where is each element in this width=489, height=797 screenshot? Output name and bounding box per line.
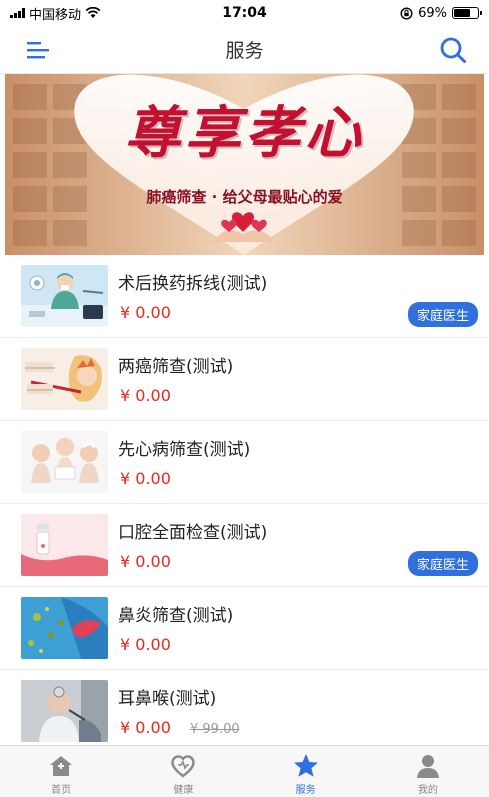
breast-cervical-screening-thumbnail xyxy=(21,348,108,410)
banner-subtitle: 肺癌筛查 · 给父母最贴心的爱 xyxy=(146,188,343,206)
status-bar-left: 中国移动 xyxy=(10,4,101,23)
promo-banner[interactable]: 尊享孝心 肺癌筛查 · 给父母最贴心的爱 xyxy=(5,74,484,255)
service-name: 鼻炎筛查(测试) xyxy=(118,606,234,626)
list-item[interactable]: 术后换药拆线(测试) ¥ 0.00 家庭医生 xyxy=(0,255,489,338)
tab-label: 首页 xyxy=(51,785,72,796)
ent-doctor-thumbnail xyxy=(21,680,108,742)
babies-thumbnail xyxy=(21,431,108,493)
service-price: ¥ 0.00 xyxy=(120,303,171,322)
service-price: ¥ 0.00 xyxy=(120,552,171,571)
tooth-thumbnail xyxy=(21,514,108,576)
list-item[interactable]: 口腔全面检查(测试) ¥ 0.00 家庭医生 xyxy=(0,504,489,587)
service-price: ¥ 0.00 xyxy=(120,469,171,488)
menu-icon[interactable] xyxy=(26,40,50,60)
list-item[interactable]: 先心病筛查(测试) ¥ 0.00 xyxy=(0,421,489,504)
service-price: ¥ 0.00 xyxy=(120,718,171,737)
tab-label: 我的 xyxy=(417,785,438,796)
status-bar-right: 69% xyxy=(400,5,482,21)
service-name: 两癌筛查(测试) xyxy=(118,357,234,377)
list-item[interactable]: 耳鼻喉(测试) ¥ 0.00 ¥ 99.00 xyxy=(0,670,489,753)
family-doctor-badge[interactable]: 家庭医生 xyxy=(407,302,478,327)
service-name: 术后换药拆线(测试) xyxy=(118,274,268,294)
signal-icon xyxy=(10,8,25,18)
status-bar: 中国移动 17:04 69% xyxy=(0,0,489,26)
family-doctor-badge[interactable]: 家庭医生 xyxy=(407,551,478,576)
orientation-lock-icon xyxy=(400,6,413,20)
banner-headline: 尊享孝心 xyxy=(124,100,365,166)
star-icon xyxy=(293,754,318,777)
nasal-cavity-thumbnail xyxy=(21,597,108,659)
tab-label: 健康 xyxy=(173,785,194,796)
tab-mine[interactable]: 我的 xyxy=(367,746,489,797)
home-icon xyxy=(50,756,73,776)
service-original-price: ¥ 99.00 xyxy=(190,722,240,737)
page-title: 服务 xyxy=(225,40,264,62)
service-price: ¥ 0.00 xyxy=(120,386,171,405)
tab-bar: 首页 健康 服务 我的 xyxy=(0,745,489,797)
list-item[interactable]: 鼻炎筛查(测试) ¥ 0.00 xyxy=(0,587,489,670)
wifi-icon xyxy=(85,7,101,18)
tab-home[interactable]: 首页 xyxy=(0,746,122,797)
service-list: 术后换药拆线(测试) ¥ 0.00 家庭医生 两癌筛查(测试) ¥ 0.00 先… xyxy=(0,255,489,753)
surgery-thumbnail xyxy=(21,265,108,327)
service-name: 先心病筛查(测试) xyxy=(118,440,251,460)
service-name: 口腔全面检查(测试) xyxy=(118,523,268,543)
carrier-label: 中国移动 xyxy=(29,7,82,23)
search-icon[interactable] xyxy=(439,36,467,64)
tab-health[interactable]: 健康 xyxy=(122,746,244,797)
nav-bar: 服务 xyxy=(0,26,489,74)
service-price: ¥ 0.00 xyxy=(120,635,171,654)
tab-service[interactable]: 服务 xyxy=(245,746,367,797)
battery-percent: 69% xyxy=(418,5,447,21)
app-screen: 中国移动 17:04 69% 服务 尊享孝心 肺癌筛查 · 给父母最贴心的爱 术… xyxy=(0,0,489,797)
list-item[interactable]: 两癌筛查(测试) ¥ 0.00 xyxy=(0,338,489,421)
service-name: 耳鼻喉(测试) xyxy=(118,689,217,709)
heart-icon xyxy=(171,755,196,778)
tab-label: 服务 xyxy=(295,785,316,796)
battery-icon xyxy=(452,7,482,19)
person-icon xyxy=(416,755,439,778)
battery-fill xyxy=(454,9,470,17)
